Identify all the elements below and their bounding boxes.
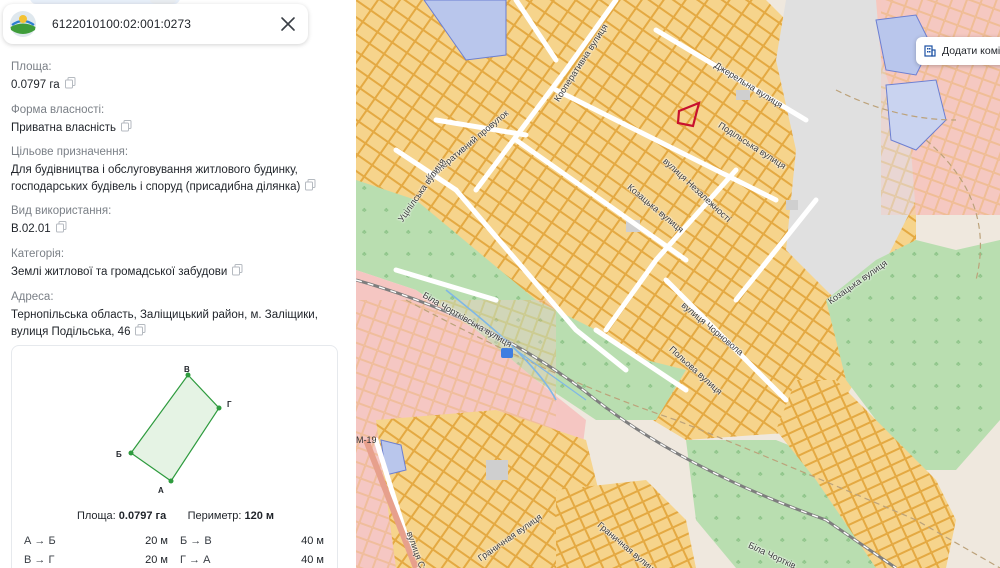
- copy-icon[interactable]: [232, 264, 243, 276]
- info-label-address: Адреса:: [11, 291, 54, 303]
- parcel-header-card: 6122010100:02:001:0273: [3, 4, 308, 44]
- vertex-point: [168, 478, 174, 484]
- info-value-usage: B.02.01: [11, 223, 51, 235]
- copy-icon[interactable]: [135, 324, 146, 336]
- vertex-point: [128, 450, 134, 456]
- parcel-shape-diagram: [128, 372, 222, 484]
- map-canvas[interactable]: ♣: [356, 0, 1000, 568]
- shape-summary: Площа: 0.0797 га Периметр: 120 м: [12, 510, 339, 522]
- vertex-label: В: [184, 365, 190, 374]
- info-purpose: Цільове призначення: Для будівництва і о…: [11, 145, 346, 196]
- info-value-purpose-line2: господарських будівель і споруд (присади…: [11, 181, 301, 193]
- side-value: 40 м: [301, 535, 324, 547]
- side-name: Г → А: [180, 554, 211, 566]
- cadastral-map[interactable]: ♣: [356, 0, 1000, 568]
- add-comment-button[interactable]: Додати комі: [916, 37, 1000, 65]
- parcel-info-panel: 6122010100:02:001:0273 Площа: 0.0797 га …: [0, 0, 356, 568]
- water-point-icon: [501, 348, 513, 358]
- add-comment-label: Додати комі: [942, 45, 1000, 57]
- side-value: 40 м: [301, 554, 324, 566]
- side-value: 20 м: [145, 535, 168, 547]
- info-category: Категорія: Землі житлової та громадської…: [11, 247, 346, 281]
- cadastral-number: 6122010100:02:001:0273: [52, 17, 192, 31]
- perimeter-label: Периметр:: [187, 510, 242, 522]
- vertex-label: Г: [227, 400, 232, 409]
- building-icon: [924, 45, 936, 57]
- info-area: Площа: 0.0797 га: [11, 60, 346, 94]
- vertex-point: [216, 405, 222, 411]
- vertex-label: Б: [116, 450, 122, 459]
- close-icon[interactable]: [279, 15, 297, 33]
- info-label-usage: Вид використання:: [11, 205, 112, 217]
- info-value-area: 0.0797 га: [11, 79, 60, 91]
- copy-icon[interactable]: [55, 221, 67, 233]
- parcel-shape-card: В Г А Б Площа: 0.0797 га Периметр: 120 м…: [11, 345, 338, 568]
- info-address: Адреса: Тернопільська область, Заліщицьк…: [11, 290, 346, 341]
- side-name: Б → В: [180, 535, 212, 547]
- info-value-address-line2: вулиця Подільська, 46: [11, 326, 131, 338]
- info-value-address-line1: Тернопільська область, Заліщицький район…: [11, 309, 318, 321]
- perimeter-value: 120 м: [244, 510, 275, 522]
- info-label-ownership: Форма власності:: [11, 104, 105, 116]
- side-name: В → Г: [24, 554, 55, 566]
- info-value-category: Землі житлової та громадської забудови: [11, 266, 228, 278]
- info-value-purpose-line1: Для будівництва і обслуговування житлово…: [11, 164, 298, 176]
- road-label-m19: М-19: [356, 435, 377, 445]
- info-label-category: Категорія:: [11, 248, 65, 260]
- info-usage: Вид використання: B.02.01: [11, 204, 346, 238]
- info-label-area: Площа:: [11, 61, 52, 73]
- side-value: 20 м: [145, 554, 168, 566]
- copy-icon[interactable]: [305, 179, 316, 191]
- copy-icon[interactable]: [121, 120, 132, 132]
- copy-icon[interactable]: [64, 77, 76, 89]
- info-ownership: Форма власності: Приватна власність: [11, 103, 346, 137]
- vertex-label: А: [158, 486, 164, 495]
- area-value: 0.0797 га: [118, 510, 167, 522]
- area-label: Площа:: [76, 510, 116, 522]
- side-name: А → Б: [24, 535, 56, 547]
- cadastre-logo-icon: [10, 11, 36, 37]
- info-value-ownership: Приватна власність: [11, 122, 117, 134]
- info-label-purpose: Цільове призначення:: [11, 146, 129, 158]
